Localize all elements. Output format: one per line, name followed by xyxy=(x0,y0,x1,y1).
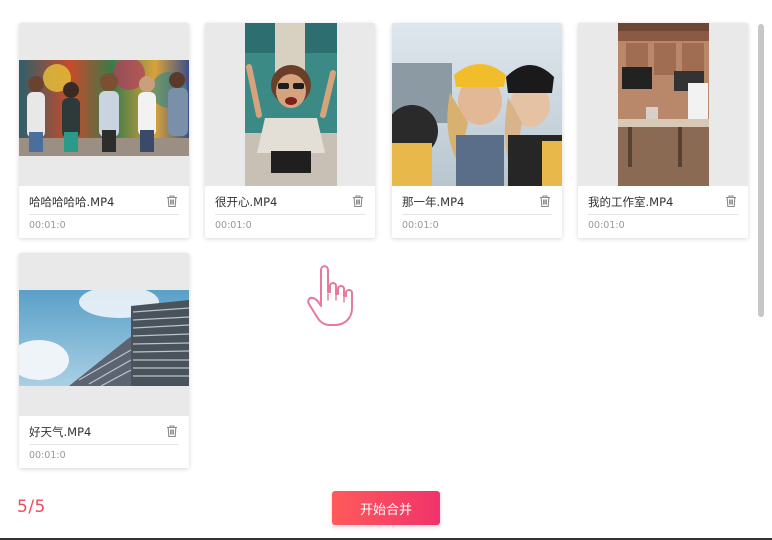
video-name: 很开心.MP4 xyxy=(215,195,278,209)
trash-icon[interactable] xyxy=(538,193,552,208)
vertical-scrollbar[interactable] xyxy=(758,24,764,317)
woman-sunglasses-icon xyxy=(245,23,337,186)
video-merge-panel: 哈哈哈哈哈.MP4 00:01:0 很开心.MP4 00:01:0 那一年.MP… xyxy=(0,0,772,540)
video-card[interactable]: 哈哈哈哈哈.MP4 00:01:0 xyxy=(19,23,189,238)
video-name: 我的工作室.MP4 xyxy=(588,195,674,209)
video-thumbnail[interactable] xyxy=(205,23,375,186)
office-studio-icon xyxy=(618,23,709,186)
card-divider xyxy=(29,444,179,445)
trash-icon[interactable] xyxy=(165,193,179,208)
video-thumbnail[interactable] xyxy=(392,23,562,186)
scrollbar-thumb[interactable] xyxy=(758,24,764,317)
video-duration: 00:01:0 xyxy=(215,220,252,231)
video-card[interactable]: 那一年.MP4 00:01:0 xyxy=(392,23,562,238)
building-sky-icon xyxy=(19,290,189,386)
video-name: 那一年.MP4 xyxy=(402,195,465,209)
video-thumbnail[interactable] xyxy=(578,23,748,186)
group-of-friends-graffiti-icon xyxy=(19,60,189,156)
card-divider xyxy=(215,214,365,215)
video-duration: 00:01:0 xyxy=(402,220,439,231)
two-women-beanies-icon xyxy=(392,23,562,186)
selected-counter: 5/5 xyxy=(17,497,46,517)
video-card[interactable]: 很开心.MP4 00:01:0 xyxy=(205,23,375,238)
video-duration: 00:01:0 xyxy=(588,220,625,231)
trash-icon[interactable] xyxy=(351,193,365,208)
card-divider xyxy=(588,214,738,215)
video-duration: 00:01:0 xyxy=(29,220,66,231)
card-divider xyxy=(29,214,179,215)
video-name: 哈哈哈哈哈.MP4 xyxy=(29,195,115,209)
hand-pointer-icon xyxy=(305,262,355,328)
video-card[interactable]: 好天气.MP4 00:01:0 xyxy=(19,253,189,468)
card-divider xyxy=(402,214,552,215)
video-thumbnail[interactable] xyxy=(19,253,189,416)
video-duration: 00:01:0 xyxy=(29,450,66,461)
trash-icon[interactable] xyxy=(724,193,738,208)
video-name: 好天气.MP4 xyxy=(29,425,92,439)
trash-icon[interactable] xyxy=(165,423,179,438)
start-merge-button[interactable]: 开始合并 xyxy=(332,491,440,525)
video-card[interactable]: 我的工作室.MP4 00:01:0 xyxy=(578,23,748,238)
video-thumbnail[interactable] xyxy=(19,23,189,186)
